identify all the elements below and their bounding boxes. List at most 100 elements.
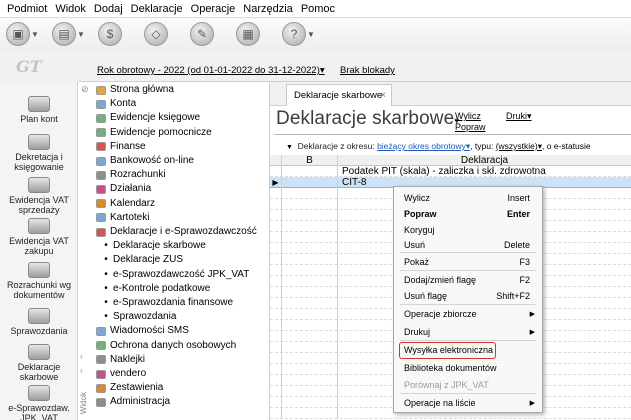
tab-deklaracje-skarbowe[interactable]: Deklaracje skarbowe × [286, 84, 392, 106]
tree-item[interactable]: Administracja [96, 396, 170, 408]
context-menu-item[interactable]: Wylicz Insert [394, 190, 542, 207]
context-menu-item[interactable]: Biblioteka dokumentów [394, 360, 542, 377]
shortcut-rozrachunki[interactable]: Rozrachunki wg dokumentów [0, 262, 78, 300]
tree-node-icon [96, 170, 106, 180]
submenu-arrow-icon: ▶ [529, 400, 535, 407]
toolbar-button-3[interactable]: $ [98, 21, 138, 47]
tree-item[interactable]: • Deklaracje skarbowe [101, 240, 206, 252]
menu-widok[interactable]: Widok [51, 3, 90, 15]
menu-deklaracje[interactable]: Deklaracje [127, 3, 187, 15]
lock-status-link[interactable]: Brak blokady [340, 65, 395, 76]
column-header-b[interactable]: B [282, 155, 338, 166]
toolbar-button-1[interactable]: ▣ ▼ [6, 21, 46, 47]
table-row[interactable]: Podatek PIT (skala) - zaliczka i skł. zd… [270, 166, 631, 177]
tree-item[interactable]: Finanse [96, 141, 146, 153]
menu-bar: Podmiot Widok Dodaj Deklaracje Operacje … [0, 0, 631, 18]
tree-item[interactable]: Ewidencje pomocnicze [96, 127, 212, 139]
tree-item[interactable]: Wiadomości SMS [96, 325, 189, 337]
tree-item[interactable]: • e-Sprawozdania finansowe [101, 297, 233, 309]
collapse-arrow-icon[interactable]: ▼ [286, 144, 293, 151]
tree-item[interactable]: Konta [96, 98, 136, 110]
menu-dodaj[interactable]: Dodaj [90, 3, 127, 15]
shortcut-vat-zakup[interactable]: Ewidencja VAT zakupu [0, 218, 78, 256]
bullet-icon: • [104, 282, 108, 294]
tree-item[interactable]: • e-Kontrole podatkowe [101, 283, 210, 295]
tree-item[interactable]: Ochrona danych osobowych [96, 340, 236, 352]
empty-cell [282, 243, 338, 254]
menu-podmiot[interactable]: Podmiot [3, 3, 51, 15]
tree-item[interactable]: • Sprawozdania [101, 311, 176, 323]
type-filter[interactable]: (wszystkie)▾ [496, 141, 542, 151]
tree-item[interactable]: Kartoteki [96, 212, 149, 224]
toolbar-button-5[interactable]: ✎ [190, 21, 230, 47]
dropdown-arrow-icon[interactable]: ▼ [77, 30, 85, 39]
tree-item-label: Administracja [110, 396, 171, 408]
toolbar-button-7[interactable]: ? ▼ [282, 21, 322, 47]
tree-item[interactable]: Rozrachunki [96, 169, 166, 181]
tree-item-label: Bankowość on-line [110, 155, 194, 166]
shortcut-plan-kont[interactable]: Plan kont [0, 96, 78, 124]
toolbar-button-4[interactable]: ◇ [144, 21, 184, 47]
toolbar-button-6[interactable]: ▦ [236, 21, 276, 47]
shortcut-jpk-vat[interactable]: e-Sprawozdaw. JPK_VAT [0, 385, 78, 420]
shortcut-vat-sprzedaz[interactable]: Ewidencja VAT sprzedaży [0, 177, 78, 215]
context-menu-item[interactable]: Operacje na liście ▶ [394, 395, 542, 412]
druki-link[interactable]: Druki▾ [506, 111, 532, 122]
context-menu-item[interactable]: Usuń flagę Shift+F2 [394, 288, 542, 305]
empty-cell [282, 331, 338, 342]
column-header-deklaracja[interactable]: Deklaracja [338, 155, 631, 166]
context-menu-item[interactable]: Pokaż F3 [394, 254, 542, 271]
period-bar: Rok obrotowy - 2022 (od 01-01-2022 do 31… [78, 50, 631, 82]
tree-item[interactable]: Działania [96, 183, 151, 195]
tree-item[interactable]: Zestawienia [96, 382, 163, 394]
tree-item[interactable]: • Deklaracje ZUS [101, 254, 183, 266]
tree-item[interactable]: Deklaracje i e-Sprawozdawczość [96, 226, 257, 238]
pin-icon[interactable]: ⊘ [81, 84, 89, 95]
dropdown-arrow-icon[interactable]: ▼ [31, 30, 39, 39]
empty-cell [282, 375, 338, 386]
context-menu-item[interactable]: Popraw Enter [394, 206, 542, 223]
tree-item[interactable]: • e-Sprawozdawczość JPK_VAT [101, 269, 249, 281]
empty-cell [270, 287, 282, 298]
empty-cell [270, 309, 282, 320]
toolbar-button-2[interactable]: ▤ ▼ [52, 21, 92, 47]
tree-item[interactable]: Strona główna [96, 84, 174, 96]
tab-label: Deklaracje skarbowe [294, 90, 383, 101]
menu-item-shortcut: Enter [506, 209, 530, 219]
shortcut-deklaracje[interactable]: Deklaracje skarbowe [0, 344, 78, 382]
grid-header: B Deklaracja [270, 155, 631, 166]
empty-cell [270, 221, 282, 232]
context-menu-item[interactable]: Dodaj/zmień flagę F2 [394, 272, 542, 289]
toolbar: ▣ ▼ ▤ ▼ $ ◇ ✎ ▦ ? ▼ [0, 18, 631, 50]
shortcut-dekretacja[interactable]: Dekretacja i księgowanie [0, 134, 78, 172]
menu-pomoc[interactable]: Pomoc [297, 3, 339, 15]
menu-narzedzia[interactable]: Narzędzia [239, 3, 297, 15]
context-menu-item[interactable]: Operacje zbiorcze ▶ [394, 306, 542, 323]
tree-node-icon [96, 326, 106, 336]
menu-item-label: Usuń [404, 240, 426, 250]
tree-item-label: vendero [110, 368, 147, 379]
menu-operacje[interactable]: Operacje [187, 3, 240, 15]
close-icon[interactable]: × [380, 85, 386, 107]
menu-item-shortcut: F2 [519, 275, 530, 285]
tree-item[interactable]: Naklejki [96, 354, 145, 366]
status-label: , o e-statusie [541, 141, 591, 151]
dropdown-arrow-icon[interactable]: ▼ [307, 30, 315, 39]
context-menu-item[interactable]: Drukuj ▶ [394, 324, 542, 341]
page-title[interactable]: Deklaracje skarbowe▾ [276, 108, 459, 130]
tree-item-label: Ochrona danych osobowych [110, 339, 237, 351]
tree-item[interactable]: Bankowość on-line [96, 155, 194, 167]
empty-cell [282, 287, 338, 298]
fiscal-year-selector[interactable]: Rok obrotowy - 2022 (od 01-01-2022 do 31… [97, 65, 325, 76]
period-filter[interactable]: bieżący okres obrotowy▾ [377, 141, 470, 151]
shortcut-sprawozdania[interactable]: Sprawozdania [0, 308, 78, 336]
context-menu-item[interactable]: Usuń Delete [394, 237, 542, 254]
view-side-tab[interactable]: Widok [79, 392, 88, 414]
popraw-link[interactable]: Popraw [455, 122, 486, 132]
tree-item[interactable]: Kalendarz [96, 198, 155, 210]
empty-cell [282, 210, 338, 221]
tree-item[interactable]: Ewidencje księgowe [96, 112, 200, 124]
tree-item[interactable]: vendero [96, 368, 146, 380]
tree-item-label: Deklaracje skarbowe [113, 240, 206, 252]
wylicz-link[interactable]: Wylicz [455, 111, 481, 121]
